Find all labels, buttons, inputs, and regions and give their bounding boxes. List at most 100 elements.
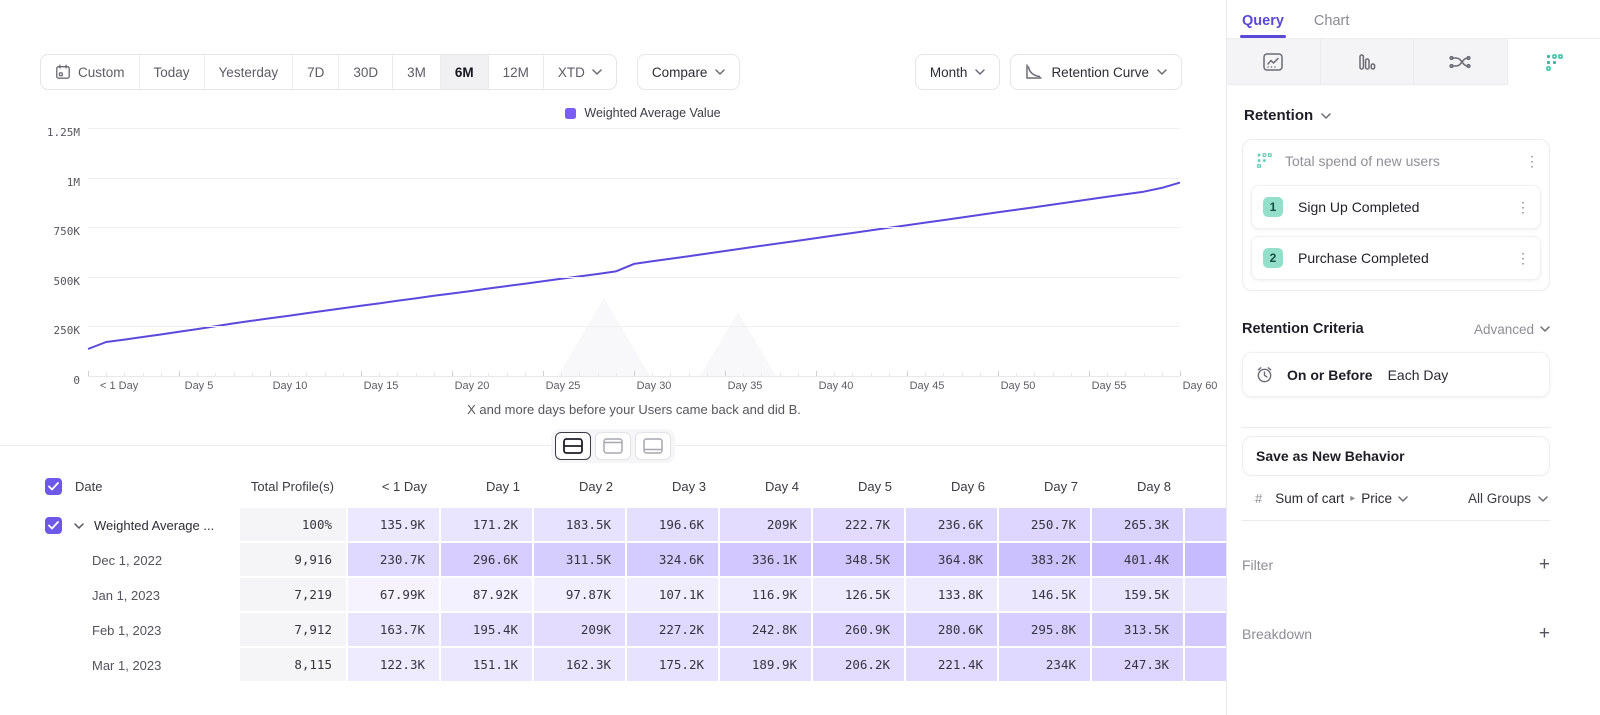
x-axis-tick <box>270 371 271 376</box>
range-xtd[interactable]: XTD <box>543 55 616 89</box>
column-header: Day 1 <box>441 479 534 494</box>
x-axis-tick <box>252 373 253 376</box>
measure-dropdown[interactable]: Sum of cart ▸ Price <box>1275 491 1408 506</box>
x-axis-tick-label: < 1 Day <box>100 380 138 392</box>
range-custom[interactable]: Custom <box>41 55 139 89</box>
x-axis-tick <box>124 373 125 376</box>
range-6m[interactable]: 6M <box>440 55 488 89</box>
retention-value-cell: 260.9K <box>813 613 906 648</box>
table-row: Dec 1, 20229,916230.7K296.6K311.5K324.6K… <box>0 543 1226 578</box>
kebab-icon[interactable]: ⋮ <box>1523 154 1541 168</box>
query-sidebar: Query Chart <box>1226 0 1600 715</box>
x-axis-tick <box>143 373 144 376</box>
retention-value-cell: 324.6K <box>627 543 720 578</box>
x-axis-tick <box>652 373 653 376</box>
x-axis-tick-label: Day 60 <box>1183 380 1218 392</box>
view-toggle-band-top-icon[interactable] <box>595 432 631 460</box>
flows-icon[interactable] <box>1414 39 1508 85</box>
kebab-icon[interactable]: ⋮ <box>1514 200 1532 214</box>
compare-button[interactable]: Compare <box>637 54 741 90</box>
total-profiles-cell: 7,219 <box>240 578 348 613</box>
total-profiles-cell: 8,115 <box>240 648 348 683</box>
x-axis-tick <box>962 373 963 376</box>
retention-value-cell-clipped <box>1185 613 1226 648</box>
retention-value-cell: 383.2K <box>999 543 1092 578</box>
bar-chart-icon[interactable] <box>1321 39 1415 85</box>
toolbar: CustomTodayYesterday7D30D3M6M12MXTD Comp… <box>40 54 1182 90</box>
range-30d[interactable]: 30D <box>338 55 392 89</box>
sidebar-content: Retention Total spe <box>1227 85 1600 643</box>
x-axis-tick <box>525 373 526 376</box>
x-axis-tick <box>197 373 198 376</box>
x-axis-tick-label: Day 35 <box>728 380 763 392</box>
granularity-button[interactable]: Month <box>915 54 1001 90</box>
retention-icon[interactable] <box>1508 39 1600 85</box>
retention-value-cell: 107.1K <box>627 578 720 613</box>
row-checkbox[interactable] <box>45 517 62 534</box>
x-axis-tick <box>743 373 744 376</box>
range-7d[interactable]: 7D <box>292 55 338 89</box>
retention-section-header[interactable]: Retention <box>1244 107 1550 124</box>
x-axis-tick <box>1125 373 1126 376</box>
step-purchase-completed[interactable]: 2 Purchase Completed ⋮ <box>1251 236 1541 280</box>
step-sign-up-completed[interactable]: 1 Sign Up Completed ⋮ <box>1251 185 1541 229</box>
retention-value-cell: 135.9K <box>348 508 441 543</box>
row-label[interactable]: Feb 1, 2023 <box>0 613 240 648</box>
x-axis-tick <box>215 373 216 376</box>
column-header: Day 5 <box>813 479 906 494</box>
chart-legend[interactable]: Weighted Average Value <box>60 106 1226 120</box>
x-axis-tick <box>889 373 890 376</box>
retention-value-cell: 175.2K <box>627 648 720 683</box>
x-axis-tick <box>780 373 781 376</box>
legend-swatch <box>565 108 576 119</box>
compare-label: Compare <box>652 65 708 80</box>
row-label[interactable]: Weighted Average ... <box>0 508 240 543</box>
add-filter-button[interactable]: + <box>1539 555 1550 574</box>
kebab-icon[interactable]: ⋮ <box>1514 251 1532 265</box>
x-axis-tick <box>179 371 180 376</box>
x-axis-tick <box>88 371 89 376</box>
main-panel: CustomTodayYesterday7D30D3M6M12MXTD Comp… <box>0 0 1226 715</box>
retention-value-cell: 171.2K <box>441 508 534 543</box>
filter-label: Filter <box>1242 557 1273 573</box>
range-3m[interactable]: 3M <box>392 55 440 89</box>
x-axis-tick-label: Day 50 <box>1001 380 1036 392</box>
view-toggle-band-bottom-icon[interactable] <box>635 432 671 460</box>
row-label[interactable]: Mar 1, 2023 <box>0 648 240 683</box>
x-axis-tick <box>1144 373 1145 376</box>
chart-type-label: Retention Curve <box>1051 65 1149 80</box>
x-axis-tick <box>871 373 872 376</box>
select-all-checkbox[interactable] <box>45 478 62 495</box>
chart-type-button[interactable]: Retention Curve <box>1010 54 1182 90</box>
view-toggle-split-middle-icon[interactable] <box>555 432 591 460</box>
range-12m[interactable]: 12M <box>488 55 543 89</box>
insights-icon[interactable] <box>1227 39 1321 85</box>
behavior-header[interactable]: Total spend of new users ⋮ <box>1243 140 1549 178</box>
add-breakdown-button[interactable]: + <box>1539 624 1550 643</box>
x-axis-tick <box>579 373 580 376</box>
save-as-new-behavior-button[interactable]: Save as New Behavior <box>1242 436 1550 476</box>
measure-row: # Sum of cart ▸ Price All Groups <box>1242 478 1550 521</box>
retention-value-cell: 250.7K <box>999 508 1092 543</box>
all-groups-dropdown[interactable]: All Groups <box>1468 491 1548 506</box>
total-profiles-cell: 7,912 <box>240 613 348 648</box>
criteria-mode-dropdown[interactable]: Advanced <box>1474 322 1550 337</box>
tab-query[interactable]: Query <box>1242 13 1284 38</box>
x-axis-tick <box>598 373 599 376</box>
column-header: Day 7 <box>999 479 1092 494</box>
range-yesterday[interactable]: Yesterday <box>204 55 293 89</box>
row-label[interactable]: Dec 1, 2022 <box>0 543 240 578</box>
number-property-icon: # <box>1255 491 1262 506</box>
retention-curve-icon <box>1025 64 1043 80</box>
tab-chart[interactable]: Chart <box>1314 13 1349 38</box>
x-axis-tick-label: Day 10 <box>273 380 308 392</box>
retention-section-title: Retention <box>1244 107 1313 124</box>
toolbar-right-group: Month Retention Curve <box>915 54 1182 90</box>
row-label[interactable]: Jan 1, 2023 <box>0 578 240 613</box>
x-axis-caption: X and more days before your Users came b… <box>88 402 1180 417</box>
criteria-condition-card[interactable]: On or Before Each Day <box>1242 352 1550 397</box>
column-header: Day 4 <box>720 479 813 494</box>
range-today[interactable]: Today <box>139 55 204 89</box>
x-axis-labels: < 1 DayDay 5Day 10Day 15Day 20Day 25Day … <box>20 380 1180 396</box>
retention-value-cell: 189.9K <box>720 648 813 683</box>
